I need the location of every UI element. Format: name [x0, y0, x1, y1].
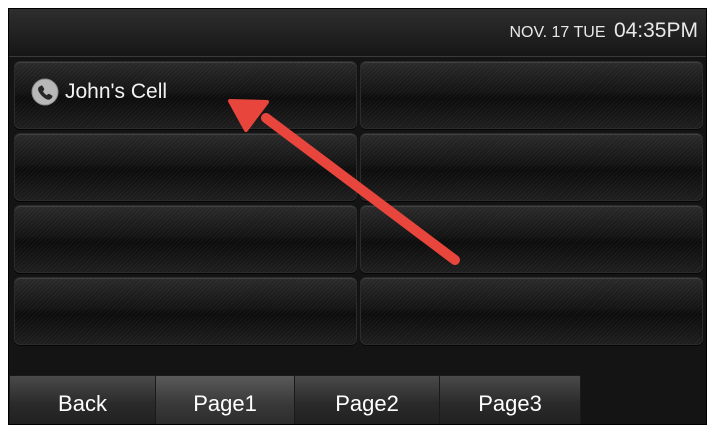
tile-label: John's Cell: [65, 80, 168, 103]
speed-dial-tile-6[interactable]: [360, 205, 703, 273]
speed-dial-tile-johns-cell[interactable]: John's Cell: [14, 61, 357, 129]
page1-button[interactable]: Page1: [155, 375, 295, 424]
page3-button[interactable]: Page3: [439, 375, 581, 424]
speed-dial-tile-3[interactable]: [14, 133, 357, 201]
bottom-nav: Back Page1 Page2 Page3: [9, 375, 706, 424]
speed-dial-tile-5[interactable]: [14, 205, 357, 273]
status-datetime: NOV. 17 TUE 04:35PM: [509, 19, 698, 43]
phone-icon: [31, 78, 59, 106]
infotainment-screen: NOV. 17 TUE 04:35PM John's Cell Back Pag…: [8, 8, 707, 425]
speed-dial-tile-7[interactable]: [14, 277, 357, 345]
page2-button[interactable]: Page2: [294, 375, 440, 424]
speed-dial-tile-4[interactable]: [360, 133, 703, 201]
status-date: NOV. 17 TUE: [509, 24, 606, 41]
speed-dial-tile-2[interactable]: [360, 61, 703, 129]
status-time: 04:35PM: [613, 19, 698, 42]
back-button[interactable]: Back: [9, 375, 156, 424]
speed-dial-grid: John's Cell: [14, 61, 703, 345]
status-bar: NOV. 17 TUE 04:35PM: [9, 9, 706, 57]
speed-dial-tile-8[interactable]: [360, 277, 703, 345]
